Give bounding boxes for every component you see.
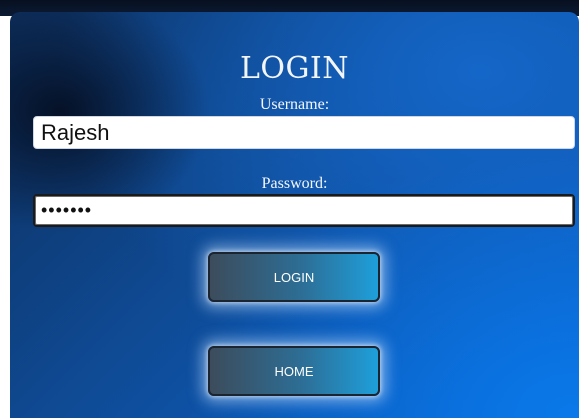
login-panel: LOGIN Username: Rajesh Password: •••••••… <box>10 12 579 418</box>
username-label: Username: <box>259 96 330 113</box>
username-value: Rajesh <box>41 119 110 145</box>
password-input[interactable]: ••••••• <box>33 194 575 227</box>
login-title: LOGIN <box>239 51 350 86</box>
password-label: Password: <box>261 175 328 192</box>
username-input[interactable]: Rajesh <box>33 116 575 149</box>
password-value: ••••••• <box>41 200 93 220</box>
login-button[interactable]: LOGIN <box>208 252 380 302</box>
home-button[interactable]: HOME <box>208 346 380 396</box>
